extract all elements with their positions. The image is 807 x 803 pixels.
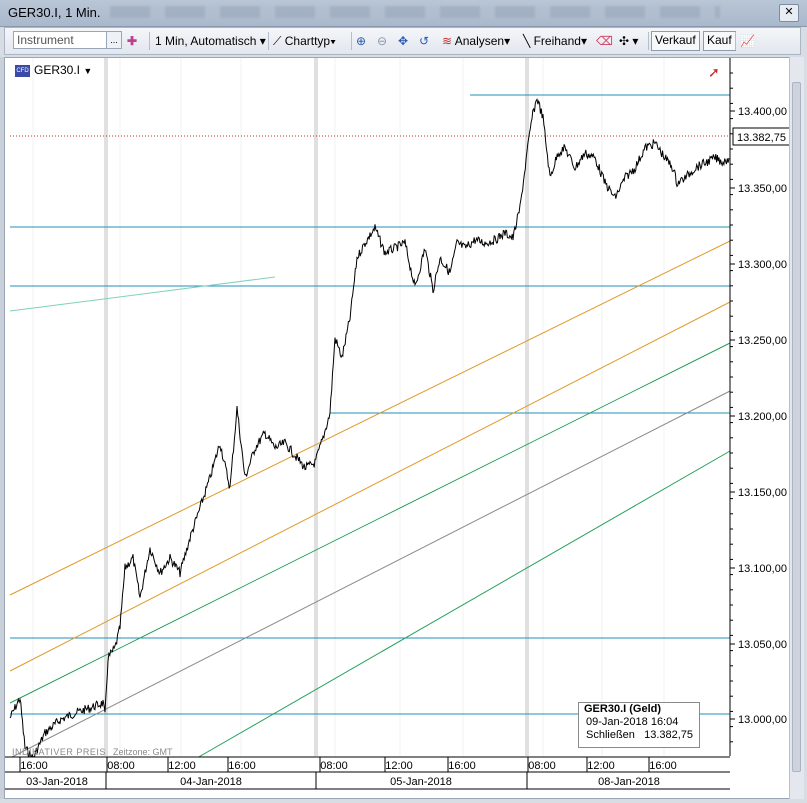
date-label: 03-Jan-2018 xyxy=(26,776,88,788)
y-tick-label: 13.100,00 xyxy=(738,563,787,575)
cfd-icon: CFD xyxy=(15,64,30,77)
mode-label: Automatisch xyxy=(190,34,257,48)
session-separator xyxy=(104,58,108,756)
trend-arrow-icon: ➚ xyxy=(708,64,720,80)
buy-button[interactable]: Kauf xyxy=(703,31,736,51)
time-tick-label: 08:00 xyxy=(320,760,348,772)
time-tick-label: 12:00 xyxy=(587,760,615,772)
refresh-icon[interactable]: ↺ xyxy=(419,31,429,51)
y-tick-label: 13.400,00 xyxy=(738,106,787,118)
crosshair-icon: ✣ xyxy=(619,34,630,48)
eraser-icon[interactable]: ⌫ xyxy=(596,31,613,51)
info-title: GER30.I (Geld) xyxy=(584,703,662,715)
charttype-label: Charttyp xyxy=(284,34,331,48)
y-tick-label: 13.250,00 xyxy=(738,335,787,347)
session-separator xyxy=(314,58,318,756)
y-tick-label: 13.200,00 xyxy=(738,411,787,423)
instrument-input[interactable]: Instrument xyxy=(13,31,107,49)
vertical-scrollbar[interactable] xyxy=(789,57,804,799)
current-price-label: 13.382,75 xyxy=(737,132,786,144)
price-chart[interactable]: INDIKATIVER PREIS Zeitzone: GMT 13.400,00… xyxy=(5,58,800,798)
chart-toolbar: Instrument ... ✚ 1 Min, Automatisch ▾ ⟋ … xyxy=(4,27,801,55)
y-tick-label: 13.150,00 xyxy=(738,487,787,499)
watermark-label: INDIKATIVER PREIS xyxy=(12,747,106,757)
time-axis[interactable]: 16:00 08:00 12:00 16:00 08:00 12:00 16:00 08:00… xyxy=(5,756,730,797)
window-titlebar: GER30.I, 1 Min. ✕ xyxy=(0,0,807,27)
instrument-input-placeholder: Instrument xyxy=(17,33,74,47)
freehand-dropdown[interactable]: ╲ Freihand▾ xyxy=(523,31,587,51)
crosshair-dropdown[interactable]: ✣ ▾ xyxy=(619,31,638,51)
time-tick-label: 16:00 xyxy=(228,760,256,772)
chevron-down-icon: ▾ xyxy=(632,34,639,48)
settings-chart-icon[interactable]: 📈 xyxy=(740,31,755,51)
time-tick-label: 12:00 xyxy=(168,760,196,772)
sell-button[interactable]: Verkauf xyxy=(651,31,700,51)
y-tick-label: 13.050,00 xyxy=(738,639,787,651)
trendline-icon: ╲ xyxy=(523,34,531,48)
chevron-down-icon: ▾ xyxy=(330,34,336,48)
line-chart-icon: ⟋ xyxy=(273,34,282,48)
analyses-dropdown[interactable]: ≋ Analysen▾ xyxy=(442,31,510,51)
scrollbar-thumb[interactable] xyxy=(792,82,801,772)
analyses-icon: ≋ xyxy=(442,34,453,48)
add-instrument-icon[interactable]: ✚ xyxy=(127,31,137,51)
instrument-browse-button[interactable]: ... xyxy=(106,31,122,49)
info-close-row: Schließen 13.382,75 xyxy=(579,729,699,742)
window-title: GER30.I, 1 Min. xyxy=(8,5,101,20)
fit-chart-icon[interactable]: ✥ xyxy=(398,31,408,51)
date-label: 05-Jan-2018 xyxy=(390,776,452,788)
chart-instrument-label[interactable]: CFD GER30.I ▼ xyxy=(15,63,92,77)
analyses-label: Analysen xyxy=(454,34,505,48)
chart-panel[interactable]: INDIKATIVER PREIS Zeitzone: GMT 13.400,00… xyxy=(4,57,801,799)
chevron-down-icon: ▾ xyxy=(504,34,511,48)
price-info-box: GER30.I (Geld) 09-Jan-2018 16:04 Schließ… xyxy=(578,702,700,748)
time-tick-label: 16:00 xyxy=(649,760,677,772)
interval-dropdown[interactable]: 1 Min, Automatisch ▾ xyxy=(155,31,266,51)
zoom-in-icon[interactable]: ⊕ xyxy=(356,31,366,51)
time-tick-label: 16:00 xyxy=(20,760,48,772)
time-tick-label: 12:00 xyxy=(385,760,413,772)
info-close-value: 13.382,75 xyxy=(644,729,694,741)
time-tick-label: 08:00 xyxy=(528,760,556,772)
close-icon[interactable]: ✕ xyxy=(779,4,799,22)
blurred-background-menu xyxy=(110,6,720,18)
y-tick-label: 13.350,00 xyxy=(738,183,787,195)
time-tick-label: 16:00 xyxy=(448,760,476,772)
chevron-down-icon: ▾ xyxy=(259,34,266,48)
timezone-label: Zeitzone: GMT xyxy=(113,747,173,757)
info-close-label: Schließen xyxy=(586,729,635,741)
freehand-label: Freihand xyxy=(533,34,581,48)
charttype-dropdown[interactable]: ⟋ Charttyp▾ xyxy=(273,31,336,51)
interval-label: 1 Min, xyxy=(155,34,188,48)
chevron-down-icon: ▾ xyxy=(580,34,587,48)
y-tick-label: 13.000,00 xyxy=(738,714,787,726)
chevron-down-icon: ▼ xyxy=(83,66,93,76)
zoom-out-icon[interactable]: ⊖ xyxy=(377,31,387,51)
date-label: 08-Jan-2018 xyxy=(598,776,660,788)
y-tick-label: 13.300,00 xyxy=(738,259,787,271)
date-label: 04-Jan-2018 xyxy=(180,776,242,788)
info-datetime: 09-Jan-2018 16:04 xyxy=(586,716,679,728)
time-tick-label: 08:00 xyxy=(107,760,135,772)
instrument-name: GER30.I xyxy=(34,63,81,77)
